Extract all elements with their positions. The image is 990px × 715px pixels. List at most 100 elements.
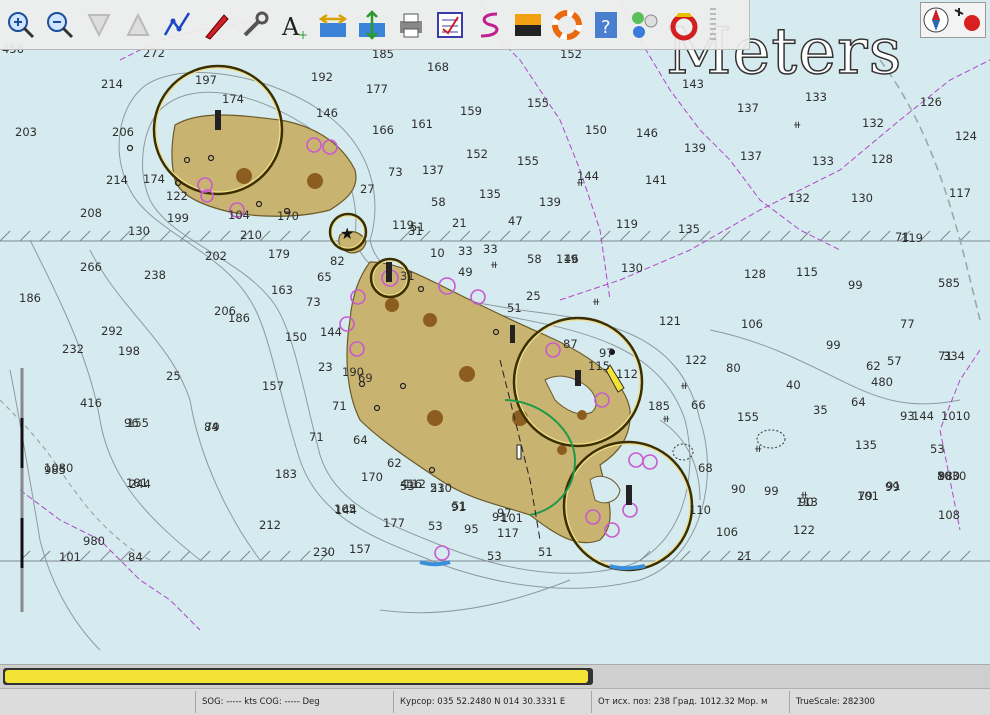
svg-text:⧺: ⧺ xyxy=(662,414,670,425)
depth-sounding: 115 xyxy=(796,265,818,279)
scale-out-button[interactable] xyxy=(121,8,155,42)
depth-sounding: 112 xyxy=(404,477,426,491)
zoom-in-button[interactable] xyxy=(4,8,38,42)
depth-sounding: 31 xyxy=(400,269,415,283)
depth-sounding: 99 xyxy=(764,484,779,498)
svg-text:⧺: ⧺ xyxy=(680,381,688,392)
help-button[interactable]: ? xyxy=(589,8,623,42)
depth-sounding: 130 xyxy=(851,191,873,205)
depth-sounding: 210 xyxy=(240,228,262,242)
depth-sounding: 132 xyxy=(788,191,810,205)
svg-text:?: ? xyxy=(601,17,611,38)
depth-sounding: 101 xyxy=(857,489,879,503)
nautical-chart[interactable]: ⧺⧺ ⧺⧺ ⧺⧺ ⧺⧺ ★ 45627218516815221419719217… xyxy=(0,0,990,664)
depth-sounding: 25 xyxy=(166,369,181,383)
chart-bar[interactable] xyxy=(3,668,593,685)
depth-sounding: 416 xyxy=(80,396,102,410)
depth-sounding: 179 xyxy=(268,247,290,261)
zoom-out-button[interactable] xyxy=(43,8,77,42)
depth-sounding: 113 xyxy=(796,495,818,509)
depth-sounding: 66 xyxy=(691,398,706,412)
depth-sounding: 90 xyxy=(731,482,746,496)
depth-sounding: 106 xyxy=(716,525,738,539)
depth-sounding: 119 xyxy=(556,252,578,266)
depth-sounding: 119 xyxy=(901,231,923,245)
scale-in-button[interactable] xyxy=(82,8,116,42)
depth-sounding: 124 xyxy=(955,129,977,143)
route-button[interactable] xyxy=(160,8,194,42)
depth-sounding: 163 xyxy=(271,283,293,297)
svg-text:⧺: ⧺ xyxy=(592,297,600,308)
toolbar-grip[interactable] xyxy=(710,7,716,42)
depth-sounding: 480 xyxy=(871,375,893,389)
depth-sounding: 130 xyxy=(128,224,150,238)
follow-ship-button[interactable] xyxy=(199,8,233,42)
depth-sounding: 73 xyxy=(306,295,321,309)
depth-sounding: 122 xyxy=(166,189,188,203)
gozo-island xyxy=(171,114,357,217)
depth-sounding: 165 xyxy=(334,502,356,516)
svg-text:⧺: ⧺ xyxy=(490,260,498,271)
compass-icon[interactable] xyxy=(923,6,949,34)
depth-sounding: 21 xyxy=(452,216,467,230)
top-right-widgets xyxy=(920,2,986,38)
depth-sounding: 186 xyxy=(19,291,41,305)
depth-sounding: 144 xyxy=(577,169,599,183)
depth-sounding: 10 xyxy=(430,246,445,260)
depth-sounding: 96 xyxy=(124,416,139,430)
depth-sounding: 53 xyxy=(430,481,445,495)
depth-sounding: 334 xyxy=(943,349,965,363)
mob-alert-button[interactable] xyxy=(667,8,701,42)
svg-text:⧺: ⧺ xyxy=(793,120,801,131)
status-from-own: От исх. поз: 238 Град. 1012.32 Мор. м xyxy=(592,691,790,713)
depth-sounding: 35 xyxy=(813,403,828,417)
depth-sounding: 31 xyxy=(408,224,423,238)
depth-sounding: 985 xyxy=(44,463,66,477)
depth-sounding: 232 xyxy=(62,342,84,356)
color-scheme-icon xyxy=(515,13,541,36)
depth-sounding: 185 xyxy=(648,399,670,413)
depth-sounding: 980 xyxy=(83,534,105,548)
depth-sounding: 585 xyxy=(938,276,960,290)
settings-button[interactable] xyxy=(238,8,272,42)
depth-sounding: 170 xyxy=(361,470,383,484)
route-manager-button[interactable] xyxy=(433,8,467,42)
depth-sounding: 84 xyxy=(204,420,219,434)
depth-sounding: 99 xyxy=(848,278,863,292)
depth-sounding: 119 xyxy=(616,217,638,231)
follow-ship-icon xyxy=(205,13,229,40)
depth-sounding: 65 xyxy=(317,270,332,284)
tide-button[interactable] xyxy=(355,8,389,42)
mob-button[interactable] xyxy=(550,8,584,42)
depth-sounding: 64 xyxy=(851,395,866,409)
track-button[interactable] xyxy=(472,8,506,42)
depth-sounding: 244 xyxy=(129,477,151,491)
depth-sounding: 214 xyxy=(101,77,123,91)
depth-sounding: 110 xyxy=(689,503,711,517)
print-icon xyxy=(400,13,422,37)
status-sog-cog: SOG: ----- kts COG: ----- Deg xyxy=(196,691,394,713)
gps-status-icon[interactable] xyxy=(953,6,983,34)
ais-icon xyxy=(632,11,658,38)
color-scheme-button[interactable] xyxy=(511,8,545,42)
ais-button[interactable] xyxy=(628,8,662,42)
status-bar: SOG: ----- kts COG: ----- Deg Курсор: 03… xyxy=(0,688,990,715)
depth-sounding: 144 xyxy=(320,325,342,339)
mob-alert-icon xyxy=(670,12,698,40)
chart-bar-fill xyxy=(5,670,588,683)
scale-in-icon xyxy=(87,13,111,37)
depth-sounding: 168 xyxy=(427,60,449,74)
depth-sounding: 192 xyxy=(311,70,333,84)
current-button[interactable] xyxy=(316,8,350,42)
text-button[interactable]: A + xyxy=(277,8,311,42)
chart-canvas[interactable]: ⧺⧺ ⧺⧺ ⧺⧺ ⧺⧺ ★ 45627218516815221419719217… xyxy=(0,0,990,664)
depth-sounding: 135 xyxy=(855,438,877,452)
depth-sounding: 135 xyxy=(678,222,700,236)
depth-sounding: 33 xyxy=(483,242,498,256)
depth-sounding: 144 xyxy=(912,409,934,423)
mob-lifebuoy-icon xyxy=(552,9,582,40)
print-button[interactable] xyxy=(394,8,428,42)
route-icon xyxy=(163,11,191,36)
track-icon xyxy=(480,12,499,37)
depth-sounding: 106 xyxy=(741,317,763,331)
